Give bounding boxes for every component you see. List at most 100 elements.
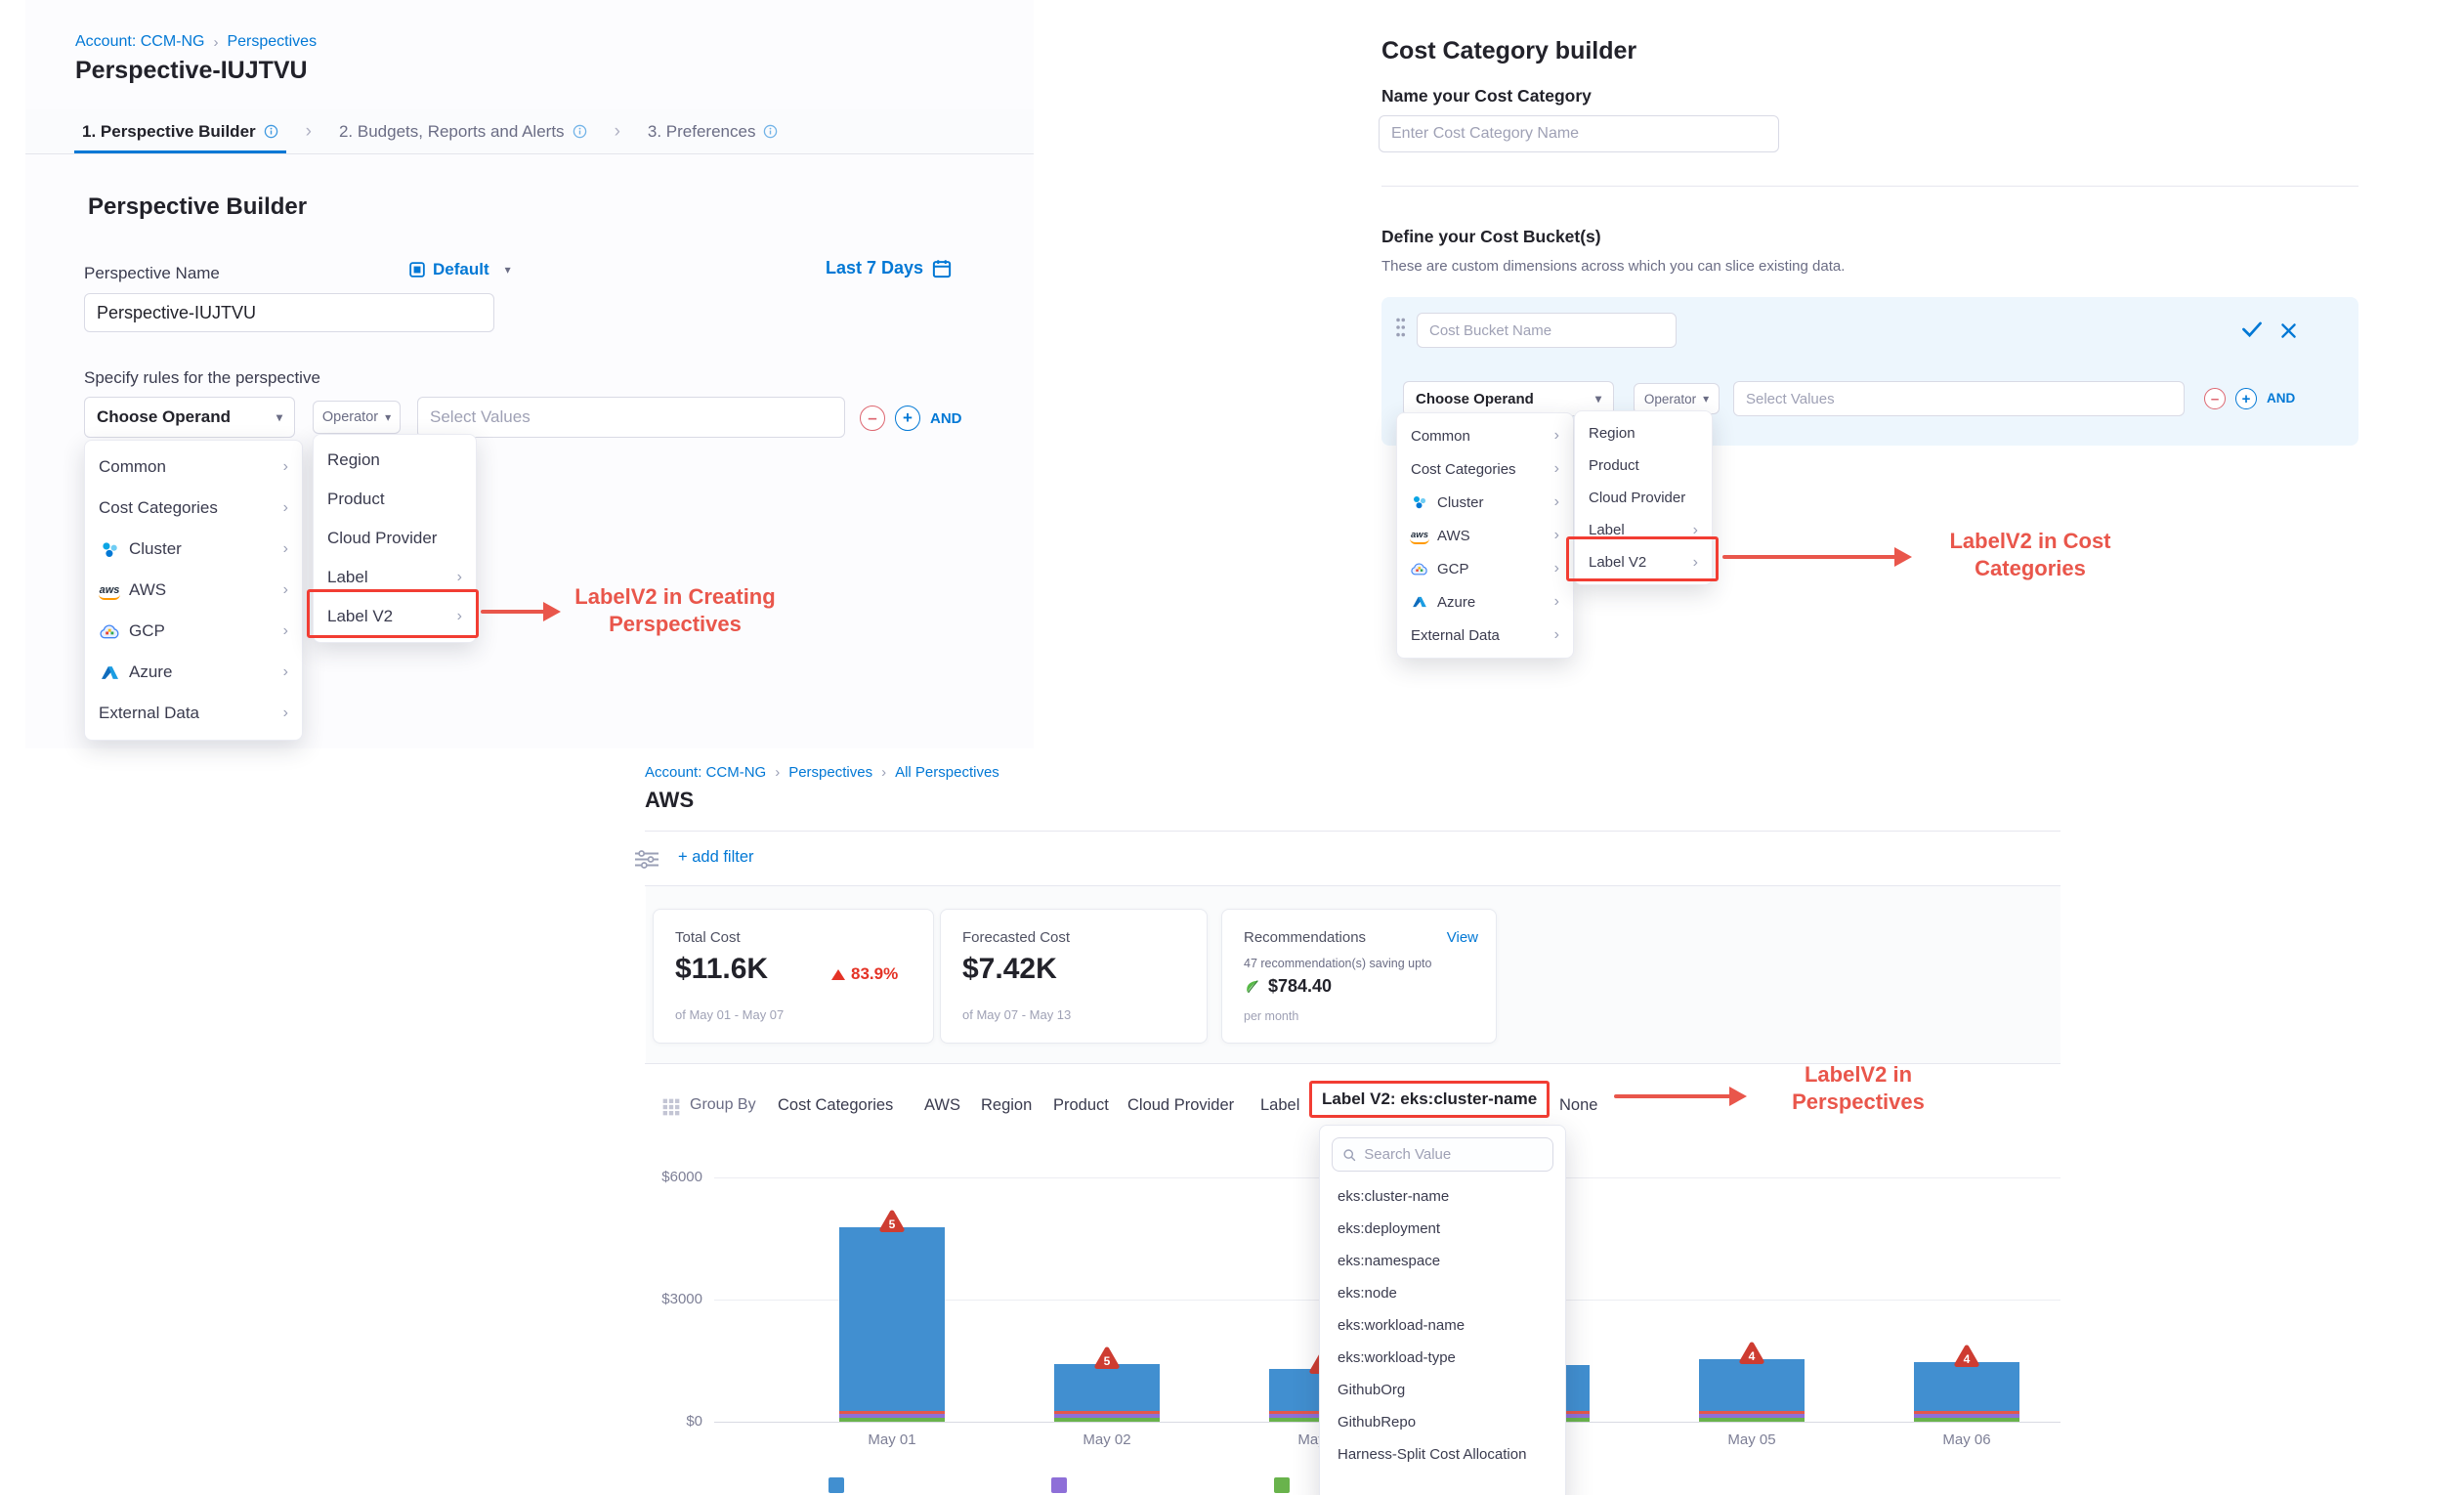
chart-bar-segment	[839, 1418, 945, 1422]
menu-item-cluster[interactable]: Cluster ›	[1397, 486, 1573, 519]
menu-item-gcp[interactable]: GCP›	[1397, 552, 1573, 585]
submenu-item-product[interactable]: Product	[314, 480, 476, 519]
chart-bar-segment	[1914, 1411, 2019, 1414]
chevron-right-icon: ›	[283, 622, 288, 640]
dropdown-item-eks-namespace[interactable]: eks:namespace	[1332, 1245, 1553, 1277]
dropdown-item-githuborg[interactable]: GithubOrg	[1332, 1374, 1553, 1406]
chevron-right-icon: ›	[283, 663, 288, 681]
common-submenu: Region Product Cloud Provider Label› Lab…	[1574, 410, 1713, 585]
chevron-right-icon: ›	[283, 499, 288, 517]
dropdown-item-eks-node[interactable]: eks:node	[1332, 1277, 1553, 1309]
menu-item-common[interactable]: Common›	[1397, 419, 1573, 452]
menu-item-label: Product	[327, 490, 462, 509]
chart-bar[interactable]	[1914, 1362, 2019, 1422]
menu-item-label: AWS	[129, 580, 275, 600]
screenshot-root: Account: CCM-NG › Perspectives Perspecti…	[0, 0, 2464, 1495]
dropdown-item-eks-workload-name[interactable]: eks:workload-name	[1332, 1309, 1553, 1342]
menu-item-aws[interactable]: aws AWS ›	[85, 570, 302, 611]
chevron-right-icon: ›	[1554, 493, 1559, 511]
search-box[interactable]	[1332, 1137, 1553, 1172]
submenu-item-label[interactable]: Label›	[1575, 514, 1712, 546]
dropdown-item-eks-deployment[interactable]: eks:deployment	[1332, 1213, 1553, 1245]
menu-item-cost-categories[interactable]: Cost Categories ›	[1397, 452, 1573, 486]
menu-item-azure[interactable]: Azure ›	[85, 652, 302, 693]
submenu-item-region[interactable]: Region	[1575, 417, 1712, 449]
legend-swatch[interactable]	[1051, 1477, 1067, 1493]
menu-item-label: Region	[1589, 425, 1698, 442]
chevron-right-icon: ›	[283, 705, 288, 722]
menu-item-external-data[interactable]: External Data›	[85, 693, 302, 734]
menu-item-label: Region	[327, 450, 462, 470]
common-submenu: Region Product Cloud Provider Label › Lab…	[313, 434, 477, 643]
annotation-arrow	[1722, 555, 1896, 559]
group-by-selected-label-v2[interactable]: Label V2: eks:cluster-name	[1309, 1081, 1550, 1118]
operand-menu: Common› Cost Categories› Cluster› aws AW…	[84, 440, 303, 741]
submenu-item-label[interactable]: Label ›	[314, 558, 476, 597]
annotation-arrow	[1614, 1094, 1731, 1098]
menu-item-cluster[interactable]: Cluster›	[85, 529, 302, 570]
svg-text:5: 5	[1104, 1354, 1111, 1368]
menu-item-label: Cost Categories	[99, 498, 275, 518]
menu-item-common[interactable]: Common›	[85, 447, 302, 488]
menu-item-aws[interactable]: aws AWS›	[1397, 519, 1573, 552]
x-axis-label: May 06	[1914, 1431, 2019, 1448]
submenu-item-label-v2[interactable]: Label V2›	[314, 597, 476, 636]
menu-item-gcp[interactable]: GCP›	[85, 611, 302, 652]
svg-text:4: 4	[1749, 1349, 1756, 1363]
chevron-right-icon: ›	[283, 581, 288, 599]
submenu-item-label-v2[interactable]: Label V2 ›	[1575, 546, 1712, 578]
annotation-text-perspectives: LabelV2 in Perspectives	[1751, 1061, 1966, 1116]
submenu-item-product[interactable]: Product	[1575, 449, 1712, 482]
chart-bar[interactable]	[1054, 1364, 1160, 1422]
menu-item-azure[interactable]: Azure›	[1397, 585, 1573, 619]
dropdown-item-eks-workload-type[interactable]: eks:workload-type	[1332, 1342, 1553, 1374]
menu-item-label: Azure	[1437, 594, 1546, 611]
annotation-arrow	[481, 610, 545, 614]
chevron-right-icon: ›	[1693, 522, 1698, 539]
menu-item-cost-categories[interactable]: Cost Categories ›	[85, 488, 302, 529]
annotation-arrow-head	[1729, 1087, 1747, 1106]
dropdown-item-eks-cluster-name[interactable]: eks:cluster-name	[1332, 1180, 1553, 1213]
chevron-right-icon: ›	[1554, 560, 1559, 577]
submenu-item-cloud-provider[interactable]: Cloud Provider	[1575, 482, 1712, 514]
chart-bar-segment	[1699, 1414, 1805, 1418]
chart-bar[interactable]	[1699, 1359, 1805, 1422]
anomaly-badge[interactable]: 5	[1092, 1345, 1122, 1370]
annotation-text-creating-perspectives: LabelV2 in Creating Perspectives	[553, 583, 797, 638]
operand-menu: Common› Cost Categories › Cluster › aws AW…	[1396, 412, 1574, 659]
chart-bar-segment	[1699, 1418, 1805, 1422]
legend-swatch[interactable]	[1274, 1477, 1290, 1493]
menu-item-label: Common	[99, 457, 275, 477]
menu-item-label: Label	[327, 568, 448, 587]
chart-bar-segment	[839, 1411, 945, 1414]
chevron-right-icon: ›	[1554, 460, 1559, 478]
dropdown-item-githubrepo[interactable]: GithubRepo	[1332, 1406, 1553, 1438]
menu-item-label: Cluster	[1437, 494, 1546, 511]
aws-icon: aws	[99, 585, 120, 596]
submenu-item-cloud-provider[interactable]: Cloud Provider	[314, 519, 476, 558]
chevron-right-icon: ›	[457, 569, 462, 586]
menu-item-label: Label V2	[1589, 554, 1684, 571]
chevron-right-icon: ›	[1554, 626, 1559, 644]
anomaly-badge[interactable]: 4	[1737, 1340, 1766, 1365]
x-axis-label: May 01	[839, 1431, 945, 1448]
submenu-item-region[interactable]: Region	[314, 441, 476, 480]
menu-item-label: Azure	[129, 662, 275, 682]
menu-item-label: Cloud Provider	[1589, 490, 1698, 506]
y-axis-tick-label: $6000	[626, 1169, 702, 1185]
search-value-input[interactable]	[1364, 1146, 1543, 1163]
chart-bar-segment	[1054, 1418, 1160, 1422]
anomaly-badge[interactable]: 5	[877, 1208, 907, 1233]
y-axis-tick-label: $0	[626, 1413, 702, 1430]
svg-text:4: 4	[1964, 1352, 1971, 1366]
legend-swatch[interactable]	[828, 1477, 844, 1493]
chart-bar[interactable]	[839, 1227, 945, 1422]
chart-bar-segment	[1054, 1414, 1160, 1418]
menu-item-label: Cost Categories	[1411, 461, 1546, 478]
dropdown-item-harness-split-cost-allocation[interactable]: Harness-Split Cost Allocation	[1332, 1438, 1553, 1471]
chevron-right-icon: ›	[1693, 554, 1698, 572]
anomaly-badge[interactable]: 4	[1952, 1343, 1981, 1368]
label-v2-value-dropdown: eks:cluster-name eks:deployment eks:name…	[1319, 1125, 1566, 1495]
menu-item-external-data[interactable]: External Data›	[1397, 619, 1573, 652]
dropdown-list: eks:cluster-name eks:deployment eks:name…	[1332, 1180, 1553, 1471]
